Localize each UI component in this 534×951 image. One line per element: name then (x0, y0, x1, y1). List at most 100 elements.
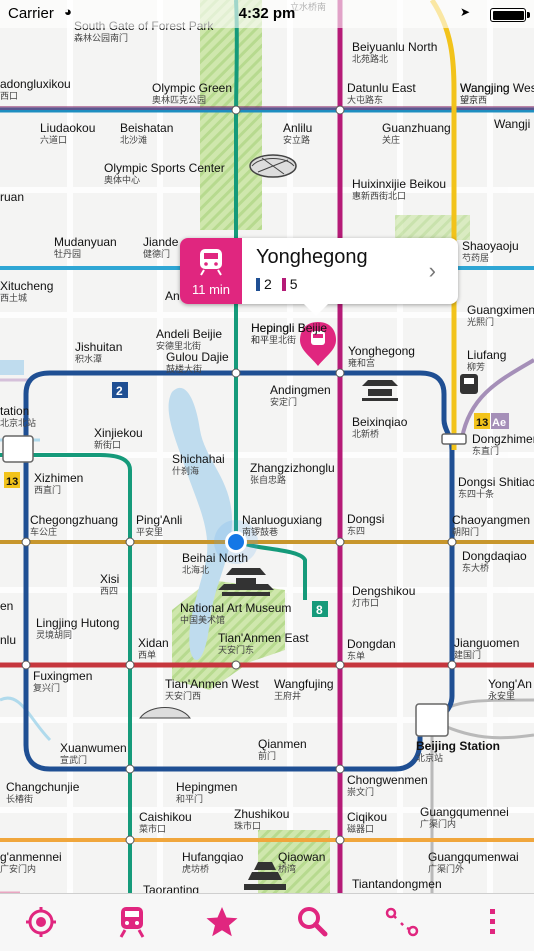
locate-button[interactable] (21, 902, 61, 942)
station-label[interactable]: Andingmen (270, 383, 331, 397)
station-label[interactable]: Dongsi Shitiao (458, 475, 534, 489)
station-label[interactable]: Qiaowan (278, 850, 325, 864)
station-label-chinese: 灵境胡同 (36, 629, 72, 641)
station-label[interactable]: Lingjing Hutong (36, 616, 119, 630)
station-label-chinese: 北海北 (182, 564, 209, 576)
station-label[interactable]: An (165, 289, 180, 303)
chevron-right-icon[interactable]: › (429, 258, 436, 284)
train-icon (119, 907, 145, 938)
station-label[interactable]: Dongsi (347, 512, 384, 526)
station-label[interactable]: Olympic Green (152, 81, 232, 95)
station-label[interactable]: National Art Museum (180, 601, 291, 615)
station-label[interactable]: Nanluoguxiang (242, 513, 322, 527)
more-button[interactable] (472, 902, 512, 942)
station-label[interactable]: Gulou Dajie (166, 350, 229, 364)
favorites-button[interactable] (202, 902, 242, 942)
station-label-chinese: 关庄 (382, 134, 400, 146)
lines-button[interactable] (112, 902, 152, 942)
station-label[interactable]: Jishuitan (75, 340, 122, 354)
station-label[interactable]: Huixinxijie Beikou (352, 177, 446, 191)
station-label[interactable]: Jianguomen (454, 636, 519, 650)
station-label[interactable]: Dengshikou (352, 584, 415, 598)
search-button[interactable] (292, 902, 332, 942)
station-label[interactable]: Wangjing Wes (460, 81, 534, 95)
station-label[interactable]: Beixinqiao (352, 415, 408, 429)
station-label[interactable]: Beijing Station (416, 739, 500, 753)
station-label[interactable]: Tian'Anmen West (165, 677, 259, 691)
station-label[interactable]: Caishikou (139, 810, 192, 824)
route-button[interactable] (382, 902, 422, 942)
station-label[interactable]: adongluxikou (0, 77, 71, 91)
station-label[interactable]: Wangji (494, 117, 530, 131)
station-label[interactable]: Fuxingmen (33, 669, 92, 683)
station-label[interactable]: Jiande (143, 235, 179, 249)
station-label-chinese: 前门 (258, 750, 276, 762)
station-label[interactable]: Mudanyuan (54, 235, 117, 249)
station-label[interactable]: Shichahai (172, 452, 225, 466)
station-label-chinese: 六道口 (40, 134, 67, 146)
station-label[interactable]: Hufangqiao (182, 850, 244, 864)
station-label[interactable]: g'anmennei (0, 850, 62, 864)
station-label[interactable]: Qianmen (258, 737, 307, 751)
station-label[interactable]: Guangqumennei (420, 805, 509, 819)
station-label[interactable]: Taoranting (143, 883, 199, 893)
station-label[interactable]: Liufang (467, 348, 506, 362)
station-label[interactable]: Chaoyangmen (452, 513, 530, 527)
station-label[interactable]: Xizhimen (34, 471, 83, 485)
station-label-chinese: 天安门西 (165, 690, 201, 702)
station-label[interactable]: Chegongzhuang (30, 513, 118, 527)
station-label[interactable]: Yonghegong (348, 344, 415, 358)
station-label[interactable]: Wangfujing (274, 677, 334, 691)
station-label[interactable]: Xisi (100, 572, 119, 586)
station-label[interactable]: Tian'Anmen East (218, 631, 309, 645)
station-label[interactable]: Dongdan (347, 637, 396, 651)
station-label[interactable]: Anlilu (283, 121, 312, 135)
station-label[interactable]: nlu (0, 633, 16, 647)
station-label[interactable]: ruan (0, 190, 24, 204)
station-label-chinese: 新街口 (94, 439, 121, 451)
station-label-chinese: 永安里 (488, 690, 515, 702)
status-time: 4:32 pm (238, 5, 296, 22)
battery-icon (490, 8, 530, 22)
station-label-chinese: 安定门 (270, 396, 297, 408)
station-label-chinese: 珠市口 (234, 820, 261, 832)
station-label[interactable]: Zhangzizhonglu (250, 461, 335, 475)
station-label[interactable]: Ciqikou (347, 810, 387, 824)
station-label[interactable]: Xinjiekou (94, 426, 143, 440)
station-label[interactable]: Chongwenmen (347, 773, 428, 787)
station-label[interactable]: Yong'An (488, 677, 532, 691)
station-callout[interactable]: 11 min Yonghegong 2 5 › (180, 238, 458, 316)
callout-lines: 2 5 (256, 276, 297, 292)
line-badge: 2 (116, 384, 123, 398)
station-label[interactable]: Guangximen (467, 303, 534, 317)
line-5-marker (281, 278, 286, 291)
station-label[interactable]: Guangqumenwai (428, 850, 519, 864)
station-label[interactable]: Liudaokou (40, 121, 95, 135)
station-label[interactable]: Shaoyaoju (462, 239, 519, 253)
station-label[interactable]: Hepingmen (176, 780, 237, 794)
station-label[interactable]: Olympic Sports Center (104, 161, 225, 175)
station-label[interactable]: en (0, 599, 13, 613)
station-label-chinese: 什刹海 (172, 465, 199, 477)
station-label[interactable]: Xitucheng (0, 279, 53, 293)
station-label[interactable]: Hepingli B (251, 321, 306, 335)
station-label[interactable]: Tiantandongmen (352, 877, 442, 891)
station-label[interactable]: Xidan (138, 636, 169, 650)
station-label[interactable]: Zhushikou (234, 807, 289, 821)
station-label[interactable]: Guanzhuang (382, 121, 451, 135)
station-label[interactable]: Beishatan (120, 121, 173, 135)
station-label[interactable]: Beihai North (182, 551, 248, 565)
line-badge: Ae (492, 417, 506, 429)
station-label[interactable]: Datunlu East (347, 81, 416, 95)
station-label[interactable]: Ping'Anli (136, 513, 182, 527)
metro-map[interactable]: 2 8 13 Ae 13 South Gate of Forest Park森林… (0, 0, 534, 893)
station-label[interactable]: tation (0, 404, 29, 418)
status-bar: Carrier ◕ 4:32 pm ➤ (0, 0, 534, 28)
station-label[interactable]: Xuanwumen (60, 741, 127, 755)
station-label[interactable]: Dongdaqiao (462, 549, 527, 563)
station-label[interactable]: Andeli Beijie (156, 327, 222, 341)
station-label[interactable]: Changchunjie (6, 780, 80, 794)
station-label-chinese: 张自忠路 (250, 474, 286, 486)
station-label[interactable]: Beiyuanlu North (352, 40, 437, 54)
station-label[interactable]: Dongzhimen (472, 432, 534, 446)
